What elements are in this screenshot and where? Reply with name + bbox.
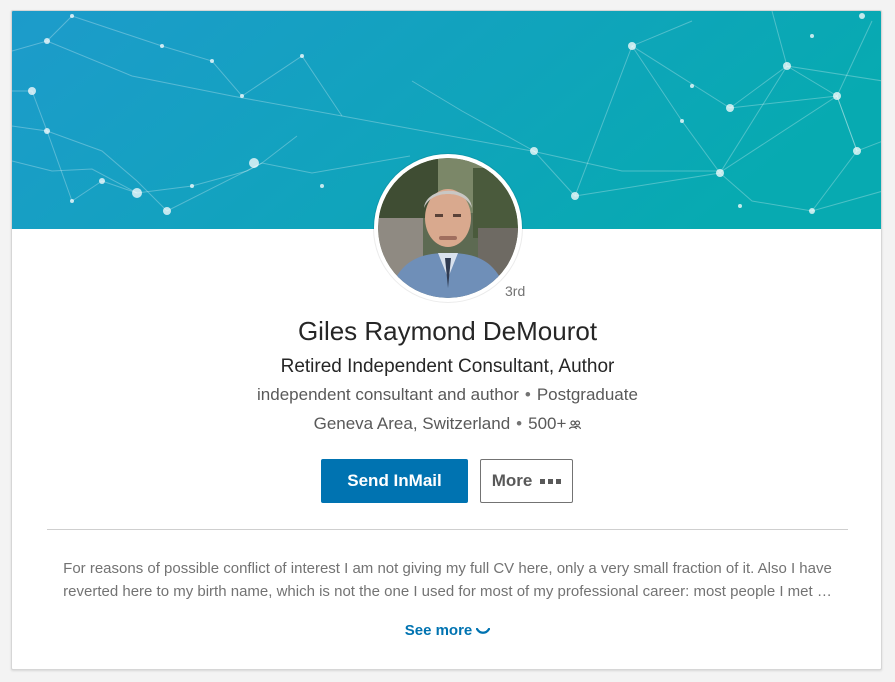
separator: • bbox=[516, 414, 523, 433]
more-button-label: More bbox=[491, 471, 533, 490]
profile-photo-image bbox=[378, 158, 518, 298]
see-more-label: See more bbox=[404, 622, 473, 639]
profile-location: Geneva Area, Switzerland bbox=[313, 414, 511, 433]
profile-headline: Retired Independent Consultant, Author bbox=[280, 356, 615, 377]
profile-summary: For reasons of possible conflict of inte… bbox=[42, 557, 853, 603]
summary-line: reverted here to my birth name, which is… bbox=[63, 583, 832, 600]
profile-company[interactable]: independent consultant and author bbox=[257, 385, 519, 404]
connections-count[interactable]: 500+ bbox=[528, 414, 566, 433]
profile-location-connections: Geneva Area, Switzerland • 500+ bbox=[12, 414, 881, 435]
ellipsis-icon bbox=[540, 478, 562, 484]
section-divider bbox=[47, 529, 848, 530]
send-inmail-button[interactable]: Send InMail bbox=[321, 459, 468, 503]
connections-icon bbox=[569, 415, 582, 435]
profile-card: 3rd Giles Raymond DeMourot Retired Indep… bbox=[11, 10, 882, 670]
connection-degree: 3rd bbox=[505, 283, 526, 299]
see-more-link[interactable]: See more bbox=[12, 622, 881, 640]
summary-line: For reasons of possible conflict of inte… bbox=[63, 560, 832, 577]
profile-company-education: independent consultant and author • Postgr… bbox=[12, 385, 881, 405]
chevron-down-icon bbox=[476, 623, 491, 640]
profile-photo[interactable] bbox=[374, 154, 522, 302]
more-actions-button[interactable]: More bbox=[480, 459, 573, 503]
profile-name: Giles Raymond DeMourot bbox=[297, 316, 598, 346]
separator: • bbox=[524, 385, 531, 404]
profile-education[interactable]: Postgraduate bbox=[537, 385, 638, 404]
